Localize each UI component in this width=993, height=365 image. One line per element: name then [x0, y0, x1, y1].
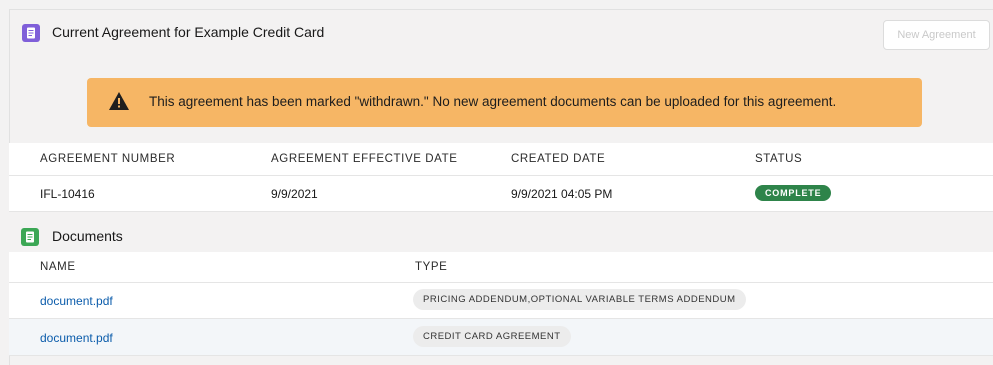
agreement-created-date: 9/9/2021 04:05 PM — [511, 187, 613, 201]
document-type-pill: CREDIT CARD AGREEMENT — [413, 326, 571, 347]
warning-triangle-icon — [109, 92, 129, 110]
agreement-title: Current Agreement for Example Credit Car… — [52, 24, 325, 40]
warning-message: This agreement has been marked "withdraw… — [149, 94, 837, 109]
agreement-row: IFL-10416 9/9/2021 9/9/2021 04:05 PM COM… — [9, 176, 993, 212]
agreement-number: IFL-10416 — [40, 187, 95, 201]
column-header-agreement-number: AGREEMENT NUMBER — [40, 153, 176, 165]
status-badge: COMPLETE — [755, 185, 832, 201]
new-agreement-button[interactable]: New Agreement — [883, 20, 990, 50]
document-link[interactable]: document.pdf — [40, 294, 113, 308]
column-header-effective-date: AGREEMENT EFFECTIVE DATE — [271, 153, 458, 165]
column-header-created-date: CREATED DATE — [511, 153, 606, 165]
document-type-pill: PRICING ADDENDUM,OPTIONAL VARIABLE TERMS… — [413, 289, 746, 310]
agreement-document-icon — [22, 24, 40, 42]
agreement-effective-date: 9/9/2021 — [271, 187, 318, 201]
document-link[interactable]: document.pdf — [40, 331, 113, 345]
column-header-type: TYPE — [415, 261, 448, 273]
documents-title: Documents — [52, 228, 123, 244]
documents-table-header: NAME TYPE — [9, 252, 993, 283]
document-row: document.pdf CREDIT CARD AGREEMENT — [9, 319, 993, 356]
documents-section-header: Documents — [9, 212, 993, 252]
withdrawn-warning-banner: This agreement has been marked "withdraw… — [87, 78, 922, 127]
agreement-table-header: AGREEMENT NUMBER AGREEMENT EFFECTIVE DAT… — [9, 143, 993, 176]
column-header-status: STATUS — [755, 153, 803, 165]
column-header-name: NAME — [40, 261, 76, 273]
documents-document-icon — [21, 228, 39, 246]
document-row: document.pdf PRICING ADDENDUM,OPTIONAL V… — [9, 283, 993, 319]
